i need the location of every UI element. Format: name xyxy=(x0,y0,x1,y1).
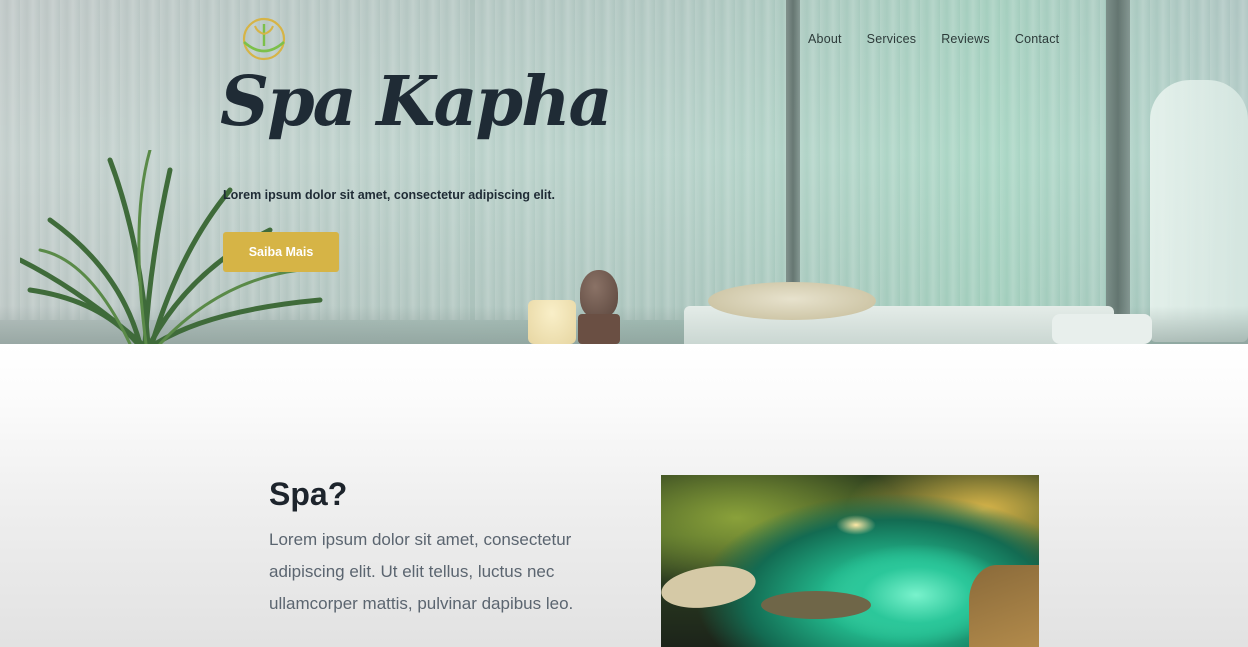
nav-link-contact[interactable]: Contact xyxy=(1015,32,1059,46)
saiba-mais-button[interactable]: Saiba Mais xyxy=(223,232,339,272)
section-title: Spa? xyxy=(269,476,348,512)
pool-image xyxy=(661,475,1039,647)
hero-background xyxy=(0,0,1248,344)
hero-tagline: Lorem ipsum dolor sit amet, consectetur … xyxy=(223,188,556,202)
section-text: Lorem ipsum dolor sit amet, consectetur … xyxy=(269,530,574,613)
nav-link-services[interactable]: Services xyxy=(867,32,917,46)
nav-link-reviews[interactable]: Reviews xyxy=(941,32,990,46)
spa-section: Spa? Lorem ipsum dolor sit amet, consect… xyxy=(0,344,1248,647)
brand-title: Spa Kapha xyxy=(220,62,613,142)
lotus-tree-icon[interactable] xyxy=(241,16,287,62)
nav-link-about[interactable]: About xyxy=(808,32,842,46)
main-nav: About Services Reviews Contact xyxy=(808,32,1059,46)
hero-section: About Services Reviews Contact Spa Kapha… xyxy=(0,0,1248,344)
